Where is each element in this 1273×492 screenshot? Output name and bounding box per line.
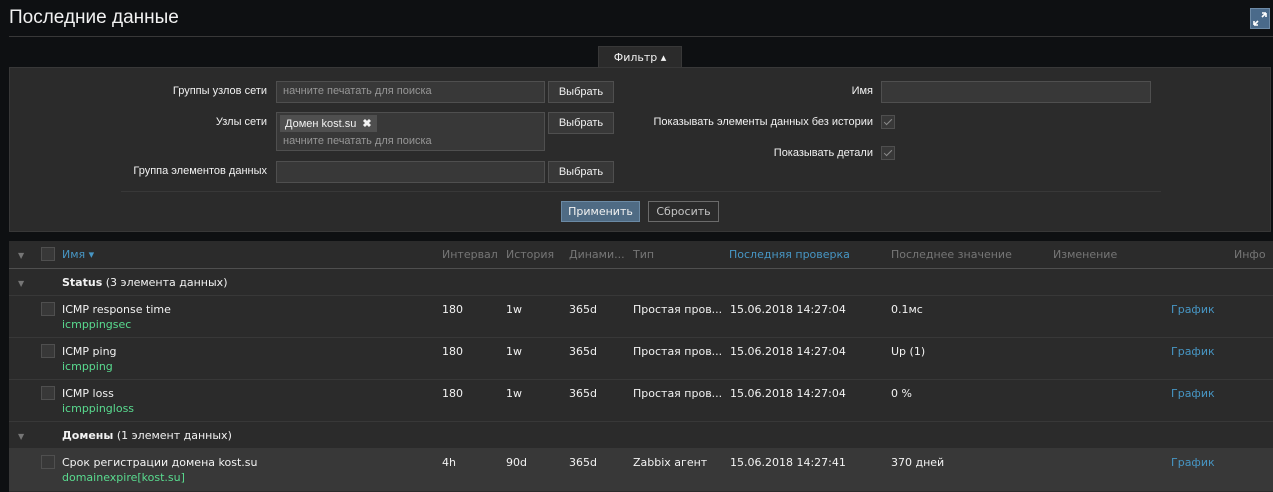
row-checkbox[interactable] [41, 386, 55, 400]
column-last-check[interactable]: Последняя проверка [729, 248, 850, 261]
show-details-checkbox[interactable] [881, 146, 895, 160]
column-trends: Динами... [569, 248, 625, 261]
apply-button[interactable]: Применить [561, 201, 640, 222]
table-row: Срок регистрации домена kost.su domainex… [9, 449, 1273, 491]
row-checkbox[interactable] [41, 302, 55, 316]
select-all-checkbox[interactable] [41, 247, 55, 261]
row-checkbox[interactable] [41, 344, 55, 358]
item-history: 90d [506, 456, 527, 469]
item-name: Срок регистрации домена kost.su [62, 456, 258, 469]
item-type: Простая пров... [633, 303, 723, 316]
table-row: ICMP ping icmpping 180 1w 365d Простая п… [9, 338, 1273, 380]
item-type: Zabbix агент [633, 456, 708, 469]
item-last-value: Up (1) [891, 345, 926, 358]
page-title: Последние данные [9, 7, 179, 28]
item-trends: 365d [569, 303, 597, 316]
item-last-check: 15.06.2018 14:27:04 [730, 303, 846, 316]
column-change: Изменение [1053, 248, 1118, 261]
item-history: 1w [506, 387, 522, 400]
host-chip: Домен kost.su ✖ [280, 115, 377, 132]
group-name: Status [62, 276, 103, 289]
show-without-data-label: Показывать элементы данных без истории [653, 116, 874, 128]
group-title: Status (3 элемента данных) [62, 276, 228, 289]
item-history: 1w [506, 303, 522, 316]
item-last-value: 0 % [891, 387, 912, 400]
column-type: Тип [633, 248, 655, 261]
graph-link[interactable]: График [1171, 456, 1215, 469]
fullscreen-icon [1253, 11, 1267, 26]
name-label: Имя [851, 85, 873, 97]
host-chip-label: Домен kost.su [285, 117, 357, 130]
collapse-group-icon[interactable]: ▼ [18, 432, 24, 441]
column-history: История [506, 248, 555, 261]
item-last-check: 15.06.2018 14:27:41 [730, 456, 846, 469]
reset-button[interactable]: Сбросить [648, 201, 719, 222]
item-last-value: 0.1мс [891, 303, 923, 316]
hosts-input[interactable]: начните печатать для поиска [283, 135, 432, 147]
show-without-data-checkbox[interactable] [881, 115, 895, 129]
group-row: ▼ Домены (1 элемент данных) [9, 422, 1273, 449]
item-key: icmppingsec [62, 318, 132, 331]
item-name: ICMP response time [62, 303, 171, 316]
item-last-check: 15.06.2018 14:27:04 [730, 345, 846, 358]
item-name: ICMP loss [62, 387, 114, 400]
item-type: Простая пров... [633, 387, 723, 400]
table-row: ICMP loss icmppingloss 180 1w 365d Прост… [9, 380, 1273, 422]
item-interval: 180 [442, 387, 463, 400]
filter-tab[interactable]: Фильтр ▴ [598, 46, 682, 68]
row-checkbox[interactable] [41, 455, 55, 469]
item-history: 1w [506, 345, 522, 358]
graph-link[interactable]: График [1171, 303, 1215, 316]
hosts-multiselect[interactable]: Домен kost.su ✖ начните печатать для пои… [276, 112, 545, 151]
group-name: Домены [62, 429, 114, 442]
group-title: Домены (1 элемент данных) [62, 429, 232, 442]
graph-link[interactable]: График [1171, 387, 1215, 400]
host-groups-select-button[interactable]: Выбрать [548, 81, 614, 103]
item-key: icmpping [62, 360, 113, 373]
application-input[interactable] [276, 161, 545, 183]
title-divider [9, 36, 1273, 37]
column-info: Инфо [1234, 248, 1266, 261]
item-interval: 180 [442, 345, 463, 358]
table-header: ▼ Имя ▾ Интервал История Динами... Тип П… [9, 241, 1273, 269]
item-name: ICMP ping [62, 345, 117, 358]
remove-chip-icon[interactable]: ✖ [362, 117, 371, 130]
group-row: ▼ Status (3 элемента данных) [9, 269, 1273, 296]
item-key: icmppingloss [62, 402, 135, 415]
item-key: domainexpire[kost.su] [62, 471, 185, 484]
column-last-value: Последнее значение [891, 248, 1012, 261]
filter-panel: Группы узлов сети начните печатать для п… [9, 67, 1271, 232]
latest-data-table: ▼ Имя ▾ Интервал История Динами... Тип П… [9, 241, 1273, 492]
filter-divider [121, 191, 1161, 192]
hosts-select-button[interactable]: Выбрать [548, 112, 614, 134]
item-trends: 365d [569, 345, 597, 358]
collapse-group-icon[interactable]: ▼ [18, 279, 24, 288]
host-groups-input[interactable]: начните печатать для поиска [276, 81, 545, 103]
item-interval: 180 [442, 303, 463, 316]
group-count: (3 элемента данных) [102, 276, 228, 289]
graph-link[interactable]: График [1171, 345, 1215, 358]
table-row: ICMP response time icmppingsec 180 1w 36… [9, 296, 1273, 338]
application-label: Группа элементов данных [133, 165, 267, 177]
column-interval: Интервал [442, 248, 498, 261]
application-select-button[interactable]: Выбрать [548, 161, 614, 183]
item-last-check: 15.06.2018 14:27:04 [730, 387, 846, 400]
collapse-all-icon[interactable]: ▼ [18, 251, 24, 260]
item-trends: 365d [569, 387, 597, 400]
item-interval: 4h [442, 456, 456, 469]
column-name[interactable]: Имя ▾ [62, 248, 94, 261]
item-last-value: 370 дней [891, 456, 945, 469]
host-groups-label: Группы узлов сети [172, 85, 267, 97]
fullscreen-button[interactable] [1250, 8, 1270, 29]
hosts-label: Узлы сети [215, 116, 267, 128]
show-details-label: Показывать детали [773, 147, 873, 159]
name-input[interactable] [881, 81, 1151, 103]
group-count: (1 элемент данных) [113, 429, 232, 442]
item-type: Простая пров... [633, 345, 723, 358]
item-trends: 365d [569, 456, 597, 469]
